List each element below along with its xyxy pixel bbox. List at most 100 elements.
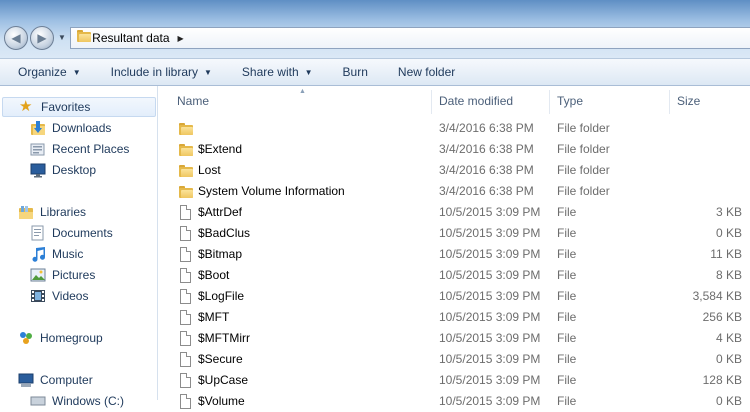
star-icon: ★ — [19, 98, 33, 115]
chevron-down-icon: ▼ — [204, 67, 212, 77]
file-name: $Boot — [198, 268, 230, 282]
column-header-size[interactable]: Size — [677, 94, 700, 108]
file-row[interactable]: $Extend 3/4/2016 6:38 PM File folder — [159, 139, 750, 160]
file-icon — [179, 310, 193, 326]
file-type: File — [557, 331, 577, 345]
file-type: File — [557, 226, 577, 240]
nav-label: Pictures — [52, 268, 96, 282]
file-row[interactable]: $BadClus 10/5/2015 3:09 PM File 0 KB — [159, 223, 750, 244]
file-type: File — [557, 310, 577, 324]
file-row[interactable]: $Bitmap 10/5/2015 3:09 PM File 11 KB — [159, 244, 750, 265]
nav-item-computer[interactable]: Computer — [18, 370, 93, 390]
file-name: $Secure — [198, 352, 243, 366]
file-date: 10/5/2015 3:09 PM — [439, 268, 541, 282]
file-row[interactable]: $Secure 10/5/2015 3:09 PM File 0 KB — [159, 349, 750, 370]
breadcrumb-chevron-icon[interactable]: ▶ — [178, 34, 184, 43]
burn-button[interactable]: Burn — [343, 65, 368, 79]
file-icon — [179, 226, 193, 242]
new-folder-button[interactable]: New folder — [398, 65, 455, 79]
file-name: $BadClus — [198, 226, 251, 240]
file-name: $AttrDef — [198, 205, 243, 219]
nav-item-favorites[interactable]: ★ Favorites — [2, 97, 156, 117]
nav-item-recent-places[interactable]: Recent Places — [30, 139, 129, 159]
nav-item-downloads[interactable]: Downloads — [30, 118, 111, 138]
nav-label: Libraries — [40, 205, 87, 219]
file-type: File folder — [557, 142, 610, 156]
file-row[interactable]: 3/4/2016 6:38 PM File folder — [159, 118, 750, 139]
file-row[interactable]: $Boot 10/5/2015 3:09 PM File 8 KB — [159, 265, 750, 286]
file-row[interactable]: System Volume Information 3/4/2016 6:38 … — [159, 181, 750, 202]
nav-item-documents[interactable]: Documents — [30, 223, 113, 243]
column-header-type[interactable]: Type — [557, 94, 583, 108]
breadcrumb-item[interactable]: Resultant data — [92, 31, 169, 45]
address-bar[interactable]: ▶ Resultant data ▶ — [70, 27, 750, 49]
file-row[interactable]: $MFT 10/5/2015 3:09 PM File 256 KB — [159, 307, 750, 328]
file-icon — [179, 268, 193, 284]
file-size: 128 KB — [702, 373, 742, 387]
file-date: 10/5/2015 3:09 PM — [439, 352, 541, 366]
nav-label: Computer — [40, 373, 93, 387]
file-date: 10/5/2015 3:09 PM — [439, 394, 541, 408]
videos-icon — [30, 288, 46, 304]
column-divider[interactable] — [549, 90, 550, 114]
share-with-menu[interactable]: Share with ▼ — [242, 65, 313, 79]
documents-icon — [30, 225, 46, 241]
column-header-date-modified[interactable]: Date modified — [439, 94, 513, 108]
file-row[interactable]: Lost 3/4/2016 6:38 PM File folder — [159, 160, 750, 181]
command-bar: Organize ▼ Include in library ▼ Share wi… — [0, 58, 750, 86]
nav-item-music[interactable]: Music — [30, 244, 83, 264]
file-date: 10/5/2015 3:09 PM — [439, 205, 541, 219]
nav-item-videos[interactable]: Videos — [30, 286, 88, 306]
music-icon — [30, 246, 46, 262]
file-icon — [179, 205, 193, 221]
window-chrome: ◀ ▶ ▼ ▶ Resultant data ▶ — [0, 0, 750, 58]
drive-icon — [30, 393, 46, 409]
file-name: $LogFile — [198, 289, 245, 303]
include-in-library-menu[interactable]: Include in library ▼ — [111, 65, 212, 79]
file-date: 3/4/2016 6:38 PM — [439, 121, 534, 135]
nav-label: Downloads — [52, 121, 112, 135]
pictures-icon — [30, 267, 46, 283]
folder-icon — [77, 30, 91, 42]
file-type: File — [557, 205, 577, 219]
nav-label: Windows (C:) — [52, 394, 125, 408]
folder-icon — [179, 163, 193, 179]
recent-pages-dropdown[interactable]: ▼ — [58, 33, 66, 42]
file-row[interactable]: $LogFile 10/5/2015 3:09 PM File 3,584 KB — [159, 286, 750, 307]
file-date: 10/5/2015 3:09 PM — [439, 373, 541, 387]
file-row[interactable]: $Volume 10/5/2015 3:09 PM File 0 KB — [159, 391, 750, 412]
nav-item-homegroup[interactable]: Homegroup — [18, 328, 103, 348]
sort-ascending-icon: ▲ — [299, 88, 306, 95]
file-row[interactable]: $AttrDef 10/5/2015 3:09 PM File 3 KB — [159, 202, 750, 223]
nav-item-desktop[interactable]: Desktop — [30, 160, 96, 180]
column-header-name[interactable]: Name — [177, 94, 209, 108]
chevron-down-icon: ▼ — [72, 67, 81, 77]
nav-item-windows-c[interactable]: Windows (C:) — [30, 391, 124, 411]
file-type: File — [557, 289, 577, 303]
file-size: 11 KB — [710, 247, 742, 261]
nav-label: Documents — [52, 226, 113, 240]
nav-item-libraries[interactable]: Libraries — [18, 202, 86, 222]
file-name: System Volume Information — [198, 184, 345, 198]
file-icon — [179, 289, 193, 305]
file-row[interactable]: $MFTMirr 10/5/2015 3:09 PM File 4 KB — [159, 328, 750, 349]
nav-item-pictures[interactable]: Pictures — [30, 265, 95, 285]
column-divider[interactable] — [669, 90, 670, 114]
organize-menu[interactable]: Organize ▼ — [18, 65, 81, 79]
desktop-icon — [30, 162, 46, 178]
folder-icon — [179, 184, 193, 200]
file-row[interactable]: $UpCase 10/5/2015 3:09 PM File 128 KB — [159, 370, 750, 391]
file-name: $UpCase — [198, 373, 249, 387]
forward-button[interactable]: ▶ — [30, 26, 54, 50]
file-date: 3/4/2016 6:38 PM — [439, 142, 534, 156]
back-button[interactable]: ◀ — [4, 26, 28, 50]
include-in-library-label: Include in library — [110, 65, 198, 79]
file-type: File — [557, 247, 577, 261]
nav-label: Favorites — [41, 100, 91, 114]
file-date: 10/5/2015 3:09 PM — [439, 331, 541, 345]
nav-label: Music — [52, 247, 84, 261]
file-date: 10/5/2015 3:09 PM — [439, 247, 541, 261]
file-date: 10/5/2015 3:09 PM — [439, 289, 541, 303]
file-size: 8 KB — [715, 268, 742, 282]
column-divider[interactable] — [431, 90, 432, 114]
